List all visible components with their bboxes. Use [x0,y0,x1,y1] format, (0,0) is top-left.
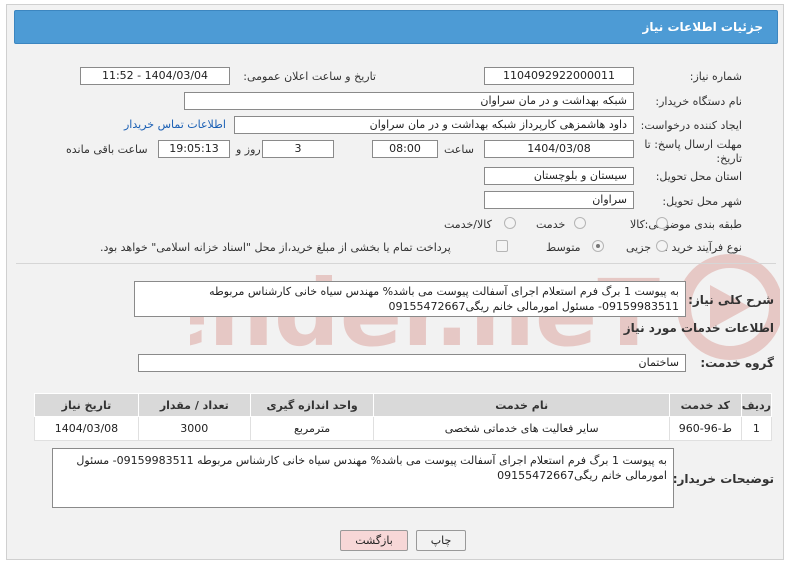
category-option-goods: کالا [630,218,645,231]
category-radio-goods[interactable] [656,217,668,229]
days-label: روز و [236,143,261,156]
services-table-header: ردیف کد خدمت نام خدمت واحد اندازه گیری ت… [34,393,773,417]
divider [16,263,776,264]
col-header-row: ردیف [740,393,773,417]
purchase-type-radio-medium[interactable] [592,240,604,252]
cell-quantity: 3000 [137,416,251,441]
treasury-payment-note: پرداخت تمام یا بخشی از مبلغ خرید،از محل … [100,241,451,254]
purchase-type-option-minor: جزیی [626,241,652,254]
col-header-unit: واحد اندازه گیری [249,393,375,417]
col-header-date: تاریخ نیاز [34,393,139,417]
category-radio-goods-service[interactable] [504,217,516,229]
cell-service-name: سایر فعالیت های خدماتی شخصی [373,416,670,441]
service-group-field: ساختمان [138,354,686,372]
deadline-label: مهلت ارسال پاسخ: تا [644,138,742,151]
requester-field: داود هاشمزهی کارپرداز شبکه بهداشت و در م… [234,116,634,134]
service-group-label: گروه خدمت: [700,356,774,370]
cell-service-code: ط-96-960 [668,416,742,441]
services-table: ردیف کد خدمت نام خدمت واحد اندازه گیری ت… [34,393,773,441]
cell-need-date: 1404/03/08 [34,416,139,441]
announce-date-field: 1404/03/04 - 11:52 [80,67,230,85]
purchase-type-label: نوع فرآیند خرید : [664,241,742,254]
buyer-contact-link[interactable]: اطلاعات تماس خریدار [124,118,226,131]
category-option-goods-service: کالا/خدمت [444,218,492,231]
summary-label: شرح کلی نیاز: [688,293,774,307]
category-radio-service[interactable] [574,217,586,229]
need-number-field: 1104092922000011 [484,67,634,85]
treasury-payment-checkbox[interactable] [496,240,508,252]
summary-textarea[interactable]: به پیوست 1 برگ فرم استعلام اجرای آسفالت … [134,281,686,317]
cell-row-number: 1 [740,416,773,441]
buyer-org-label: نام دستگاه خریدار: [655,95,742,108]
purchase-type-option-medium: متوسط [546,241,581,254]
page-title: جزئیات اطلاعات نیاز [642,20,763,34]
deadline-label-date: تاریخ: [716,152,742,165]
need-number-label: شماره نیاز: [689,70,742,83]
category-option-service: خدمت [536,218,566,231]
title-bar: جزئیات اطلاعات نیاز [14,10,778,44]
buyer-org-field: شبکه بهداشت و در مان سراوان [184,92,634,110]
days-remaining-field: 3 [262,140,334,158]
purchase-type-radio-minor[interactable] [656,240,668,252]
buyer-notes-textarea[interactable]: به پیوست 1 برگ فرم استعلام اجرای آسفالت … [52,448,674,508]
table-row: 1 ط-96-960 سایر فعالیت های خدماتی شخصی م… [34,416,773,441]
col-header-code: کد خدمت [668,393,742,417]
province-field: سیستان و بلوچستان [484,167,634,185]
requester-label: ایجاد کننده درخواست: [640,119,742,132]
col-header-name: نام خدمت [373,393,670,417]
buyer-notes-label: توضیحات خریدار: [672,472,774,486]
services-section-title: اطلاعات خدمات مورد نیاز [623,321,774,335]
announce-date-label: تاریخ و ساعت اعلان عمومی: [243,70,376,83]
time-remaining-field: 19:05:13 [158,140,230,158]
city-label: شهر محل تحویل: [662,195,742,208]
province-label: استان محل تحویل: [655,170,742,183]
deadline-date-field: 1404/03/08 [484,140,634,158]
cell-unit: مترمربع [249,416,375,441]
print-button[interactable]: چاپ [416,530,466,551]
back-button[interactable]: بازگشت [340,530,408,551]
deadline-hour-label: ساعت [444,143,474,156]
col-header-quantity: تعداد / مقدار [137,393,251,417]
deadline-time-field: 08:00 [372,140,438,158]
time-remaining-label: ساعت باقی مانده [66,143,148,156]
city-field: سراوان [484,191,634,209]
